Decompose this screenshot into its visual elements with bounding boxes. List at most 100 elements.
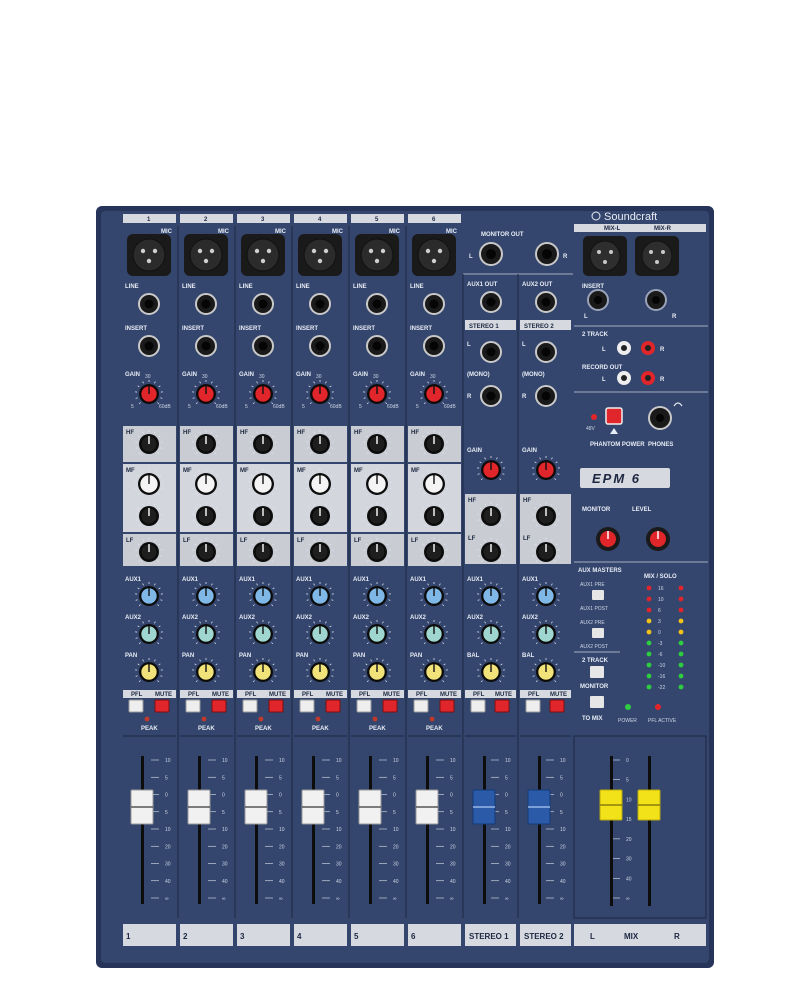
two-track-to-mix-button[interactable] — [590, 696, 604, 708]
aux1-pre-post-button[interactable] — [592, 590, 604, 600]
meter-l-led-0 — [646, 585, 652, 591]
mic-input-3[interactable] — [241, 234, 285, 276]
stereo2-scale-tick-8: ∞ — [560, 896, 564, 902]
two-track-monitor-button[interactable] — [590, 666, 604, 678]
mute-button-3[interactable] — [268, 699, 284, 713]
stereo2-pfl-button[interactable] — [525, 699, 541, 713]
master-l-label: L — [590, 932, 595, 941]
mix-r-xlr-output[interactable] — [635, 236, 679, 276]
mix-r-fader[interactable] — [637, 789, 661, 821]
insert-jack-3[interactable] — [252, 335, 274, 357]
line-label-6: LINE — [410, 284, 424, 290]
mic-input-1[interactable] — [127, 234, 171, 276]
fader-scale-5-tick-5: 20 — [393, 844, 399, 850]
phantom-power-button[interactable] — [605, 407, 623, 425]
fader-scale-1-tick-3: 5 — [165, 810, 168, 816]
insert-jack-1[interactable] — [138, 335, 160, 357]
insert-jack-2[interactable] — [195, 335, 217, 357]
mic-input-5[interactable] — [355, 234, 399, 276]
stereo1-mute-button[interactable] — [494, 699, 510, 713]
meter-label-6: -6 — [658, 652, 663, 658]
stereo1-r-jack[interactable] — [480, 385, 502, 407]
peak-led-icon-5 — [372, 716, 378, 722]
stereo1-fader[interactable] — [472, 789, 496, 825]
stereo1-l-jack[interactable] — [480, 341, 502, 363]
stereo2-r-jack[interactable] — [535, 385, 557, 407]
aux1-out-label: AUX1 OUT — [467, 282, 498, 288]
channel-fader-6[interactable] — [415, 789, 439, 825]
monitor-out-r-jack[interactable] — [535, 242, 559, 266]
two-track-r-rca[interactable] — [641, 341, 655, 355]
stereo2-scale-tick-0: 10 — [560, 758, 566, 764]
gain-max-5: 60dB — [387, 404, 399, 410]
stereo1-scale-tick-4: 10 — [505, 827, 511, 833]
insert-jack-6[interactable] — [423, 335, 445, 357]
aux1-pre-label: AUX1 PRE — [580, 582, 605, 588]
brand-logo: Soundcraft — [604, 211, 657, 223]
pfl-button-1[interactable] — [128, 699, 144, 713]
pfl-button-3[interactable] — [242, 699, 258, 713]
mute-button-2[interactable] — [211, 699, 227, 713]
two-track-l-rca[interactable] — [617, 341, 631, 355]
phones-level-knob[interactable] — [646, 527, 670, 551]
channel-fader-1[interactable] — [130, 789, 154, 825]
phones-jack[interactable] — [648, 406, 672, 430]
meter-l-led-5 — [646, 640, 652, 646]
mf-label-4: MF — [297, 468, 306, 474]
fader-scale-3-tick-4: 10 — [279, 827, 285, 833]
line-input-5[interactable] — [366, 293, 388, 315]
pfl-button-4[interactable] — [299, 699, 315, 713]
stereo1-header: STEREO 1 — [469, 324, 499, 330]
insert-l-jack[interactable] — [587, 289, 609, 311]
stereo1-pfl-button[interactable] — [470, 699, 486, 713]
aux2-out-jack[interactable] — [535, 291, 557, 313]
mic-input-6[interactable] — [412, 234, 456, 276]
phantom-led-icon — [591, 414, 597, 420]
mic-input-2[interactable] — [184, 234, 228, 276]
mute-button-5[interactable] — [382, 699, 398, 713]
fader-scale-5-tick-1: 5 — [393, 775, 396, 781]
mix-l-fader[interactable] — [599, 789, 623, 821]
meter-r-led-8 — [678, 673, 684, 679]
monitor-level-knob[interactable] — [596, 527, 620, 551]
master-scale-tick-0: 0 — [626, 758, 629, 764]
stereo2-mute-button[interactable] — [549, 699, 565, 713]
aux1-out-jack[interactable] — [480, 291, 502, 313]
line-input-6[interactable] — [423, 293, 445, 315]
channel-fader-5[interactable] — [358, 789, 382, 825]
line-input-1[interactable] — [138, 293, 160, 315]
monitor-out-l-jack[interactable] — [479, 242, 503, 266]
pan-label-2: PAN — [182, 653, 194, 659]
channel-fader-2[interactable] — [187, 789, 211, 825]
record-out-l-rca[interactable] — [617, 371, 631, 385]
line-input-3[interactable] — [252, 293, 274, 315]
stereo2-pfl-label: PFL — [528, 692, 540, 698]
stereo2-aux1-label: AUX1 — [522, 577, 539, 583]
line-input-4[interactable] — [309, 293, 331, 315]
pfl-button-2[interactable] — [185, 699, 201, 713]
aux2-label-5: AUX2 — [353, 615, 370, 621]
insert-r-jack[interactable] — [645, 289, 667, 311]
mic-input-4[interactable] — [298, 234, 342, 276]
stereo2-l-jack[interactable] — [535, 341, 557, 363]
mute-button-6[interactable] — [439, 699, 455, 713]
aux2-label-3: AUX2 — [239, 615, 256, 621]
pfl-button-5[interactable] — [356, 699, 372, 713]
gain-min-5: 5 — [359, 404, 362, 410]
channel-fader-3[interactable] — [244, 789, 268, 825]
aux2-pre-post-button[interactable] — [592, 628, 604, 638]
line-input-2[interactable] — [195, 293, 217, 315]
hf-label-5: HF — [354, 430, 362, 436]
stereo2-fader[interactable] — [527, 789, 551, 825]
stereo1-hf-label: HF — [468, 498, 476, 504]
aux1-label-5: AUX1 — [353, 577, 370, 583]
mix-l-xlr-output[interactable] — [583, 236, 627, 276]
mute-button-1[interactable] — [154, 699, 170, 713]
insert-jack-5[interactable] — [366, 335, 388, 357]
pfl-button-6[interactable] — [413, 699, 429, 713]
record-out-r-rca[interactable] — [641, 371, 655, 385]
mute-button-4[interactable] — [325, 699, 341, 713]
insert-jack-4[interactable] — [309, 335, 331, 357]
fader-scale-1-tick-1: 5 — [165, 775, 168, 781]
channel-fader-4[interactable] — [301, 789, 325, 825]
